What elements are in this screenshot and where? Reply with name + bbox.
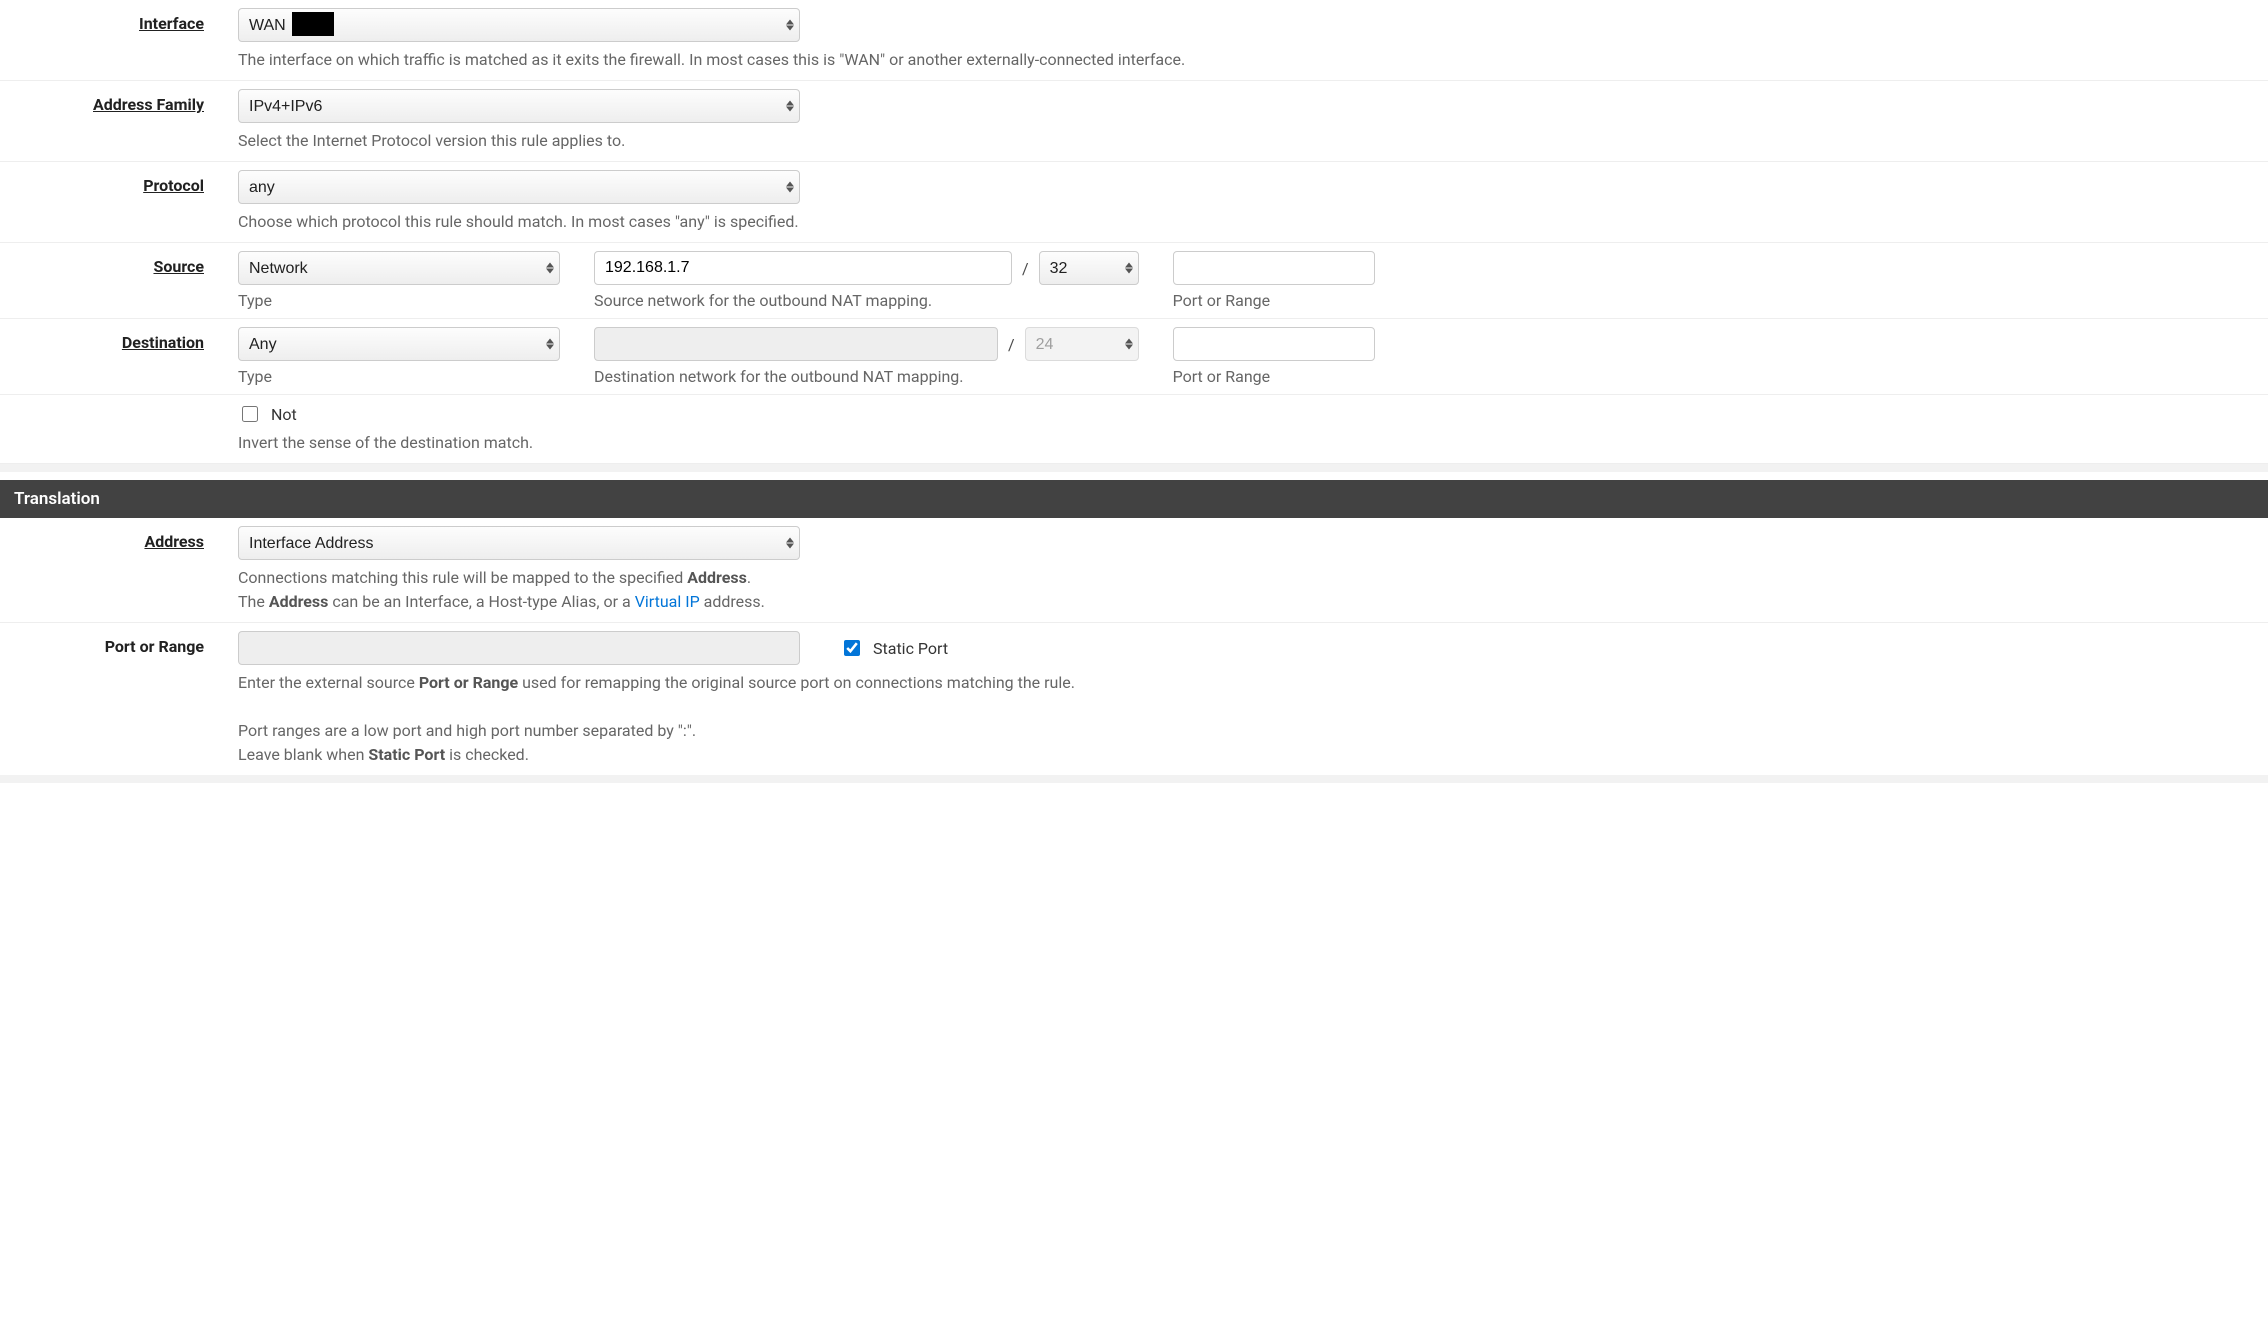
- protocol-select[interactable]: any: [238, 170, 800, 204]
- redacted-block: [292, 12, 334, 36]
- slash-separator: /: [998, 327, 1025, 361]
- row-interface: Interface WAN The interface on which tra…: [0, 0, 2268, 81]
- translation-address-select[interactable]: Interface Address: [238, 526, 800, 560]
- row-source: Source Network Type /: [0, 243, 2268, 319]
- virtual-ip-link[interactable]: Virtual IP: [635, 592, 700, 611]
- address-family-select[interactable]: IPv4+IPv6: [238, 89, 800, 123]
- row-destination: Destination Any Type /: [0, 319, 2268, 395]
- source-mask-select[interactable]: 32: [1039, 251, 1139, 285]
- translation-port-label: Port or Range: [105, 637, 204, 656]
- source-port-sublabel: Port or Range: [1173, 291, 1375, 310]
- row-protocol: Protocol any Choose which protocol this …: [0, 162, 2268, 243]
- destination-type-sublabel: Type: [238, 367, 560, 386]
- address-family-label: Address Family: [93, 95, 204, 114]
- source-label: Source: [153, 257, 204, 276]
- destination-mask-select: 24: [1025, 327, 1139, 361]
- translation-address-label: Address: [144, 532, 204, 551]
- translation-section-header: Translation: [0, 480, 2268, 518]
- translation-port-help: Enter the external source Port or Range …: [238, 671, 2252, 767]
- source-type-select[interactable]: Network: [238, 251, 560, 285]
- destination-port-sublabel: Port or Range: [1173, 367, 1375, 386]
- source-network-help: Source network for the outbound NAT mapp…: [594, 291, 1139, 310]
- row-translation-port: Port or Range Static Port Enter the exte…: [0, 623, 2268, 775]
- destination-network-input: [594, 327, 998, 361]
- not-help: Invert the sense of the destination matc…: [238, 431, 2252, 455]
- section-gap: [0, 775, 2268, 783]
- static-port-label: Static Port: [873, 639, 948, 658]
- section-gap: [0, 464, 2268, 472]
- not-checkbox-label: Not: [271, 405, 297, 424]
- row-translation-address: Address Interface Address Connections ma…: [0, 518, 2268, 623]
- row-not: Not Invert the sense of the destination …: [0, 395, 2268, 464]
- destination-network-help: Destination network for the outbound NAT…: [594, 367, 1139, 386]
- slash-separator: /: [1012, 251, 1039, 285]
- source-network-input[interactable]: [594, 251, 1012, 285]
- protocol-label: Protocol: [143, 176, 204, 195]
- interface-label: Interface: [139, 14, 204, 33]
- row-address-family: Address Family IPv4+IPv6 Select the Inte…: [0, 81, 2268, 162]
- destination-label: Destination: [122, 333, 204, 352]
- address-family-help: Select the Internet Protocol version thi…: [238, 129, 2252, 153]
- static-port-checkbox[interactable]: [844, 640, 860, 656]
- destination-port-input[interactable]: [1173, 327, 1375, 361]
- source-port-input[interactable]: [1173, 251, 1375, 285]
- translation-port-input: [238, 631, 800, 665]
- destination-type-select[interactable]: Any: [238, 327, 560, 361]
- protocol-help: Choose which protocol this rule should m…: [238, 210, 2252, 234]
- source-type-sublabel: Type: [238, 291, 560, 310]
- translation-address-help: Connections matching this rule will be m…: [238, 566, 2252, 614]
- not-checkbox[interactable]: [242, 406, 258, 422]
- interface-help: The interface on which traffic is matche…: [238, 48, 2252, 72]
